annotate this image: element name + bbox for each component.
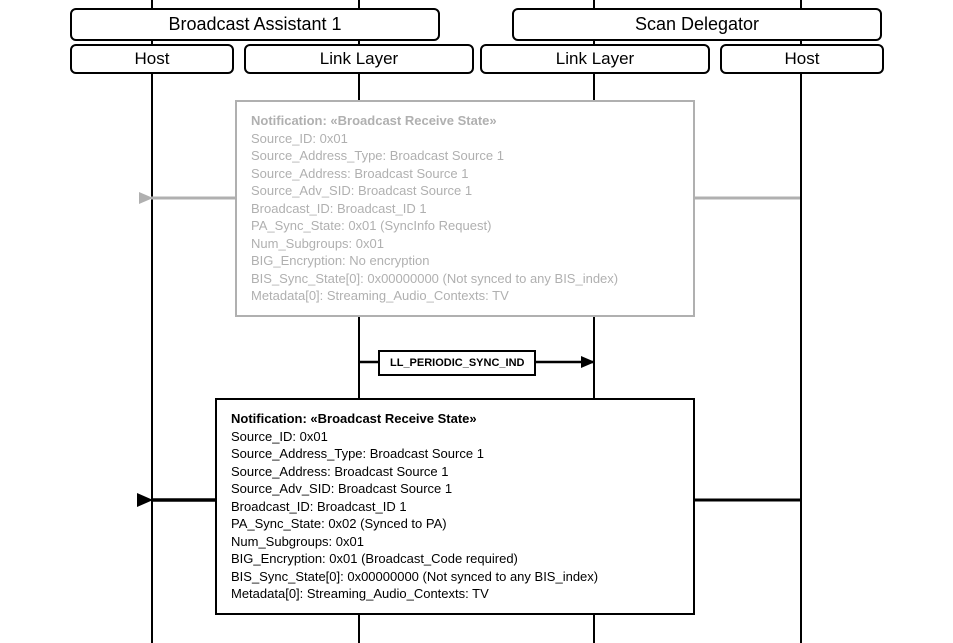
notif1-line: Num_Subgroups: 0x01 [251, 235, 679, 253]
notif2-line: BIG_Encryption: 0x01 (Broadcast_Code req… [231, 550, 679, 568]
notif2-line: PA_Sync_State: 0x02 (Synced to PA) [231, 515, 679, 533]
notif1-line: BIG_Encryption: No encryption [251, 252, 679, 270]
sd-link-label: Link Layer [556, 49, 634, 68]
sd-host-label: Host [785, 49, 820, 68]
ba1-host-box: Host [70, 44, 234, 74]
notif1-line: Source_Adv_SID: Broadcast Source 1 [251, 182, 679, 200]
notif2-line: Num_Subgroups: 0x01 [231, 533, 679, 551]
notif1-line: Metadata[0]: Streaming_Audio_Contexts: T… [251, 287, 679, 305]
notif1-line: Source_ID: 0x01 [251, 130, 679, 148]
notif2-line: Broadcast_ID: Broadcast_ID 1 [231, 498, 679, 516]
ba1-link-label: Link Layer [320, 49, 398, 68]
notif1-line: BIS_Sync_State[0]: 0x00000000 (Not synce… [251, 270, 679, 288]
participant-ba1-title: Broadcast Assistant 1 [168, 14, 341, 34]
ba1-link-box: Link Layer [244, 44, 474, 74]
notif2-line: Source_Address_Type: Broadcast Source 1 [231, 445, 679, 463]
participant-sd: Scan Delegator [512, 8, 882, 41]
notif1-line: Source_Address_Type: Broadcast Source 1 [251, 147, 679, 165]
sd-host-box: Host [720, 44, 884, 74]
notif1-line: Broadcast_ID: Broadcast_ID 1 [251, 200, 679, 218]
notif2-line: Metadata[0]: Streaming_Audio_Contexts: T… [231, 585, 679, 603]
ba1-host-label: Host [135, 49, 170, 68]
notif1-title: Notification: «Broadcast Receive State» [251, 112, 679, 130]
notif2-title: Notification: «Broadcast Receive State» [231, 410, 679, 428]
lifeline-ba1-host [151, 0, 153, 643]
sd-link-box: Link Layer [480, 44, 710, 74]
notif2-line: Source_Adv_SID: Broadcast Source 1 [231, 480, 679, 498]
lifeline-sd-host [800, 0, 802, 643]
notif2-line: BIS_Sync_State[0]: 0x00000000 (Not synce… [231, 568, 679, 586]
msg1-label: LL_PERIODIC_SYNC_IND [390, 357, 524, 369]
notif1-line: Source_Address: Broadcast Source 1 [251, 165, 679, 183]
notification-1: Notification: «Broadcast Receive State» … [235, 100, 695, 317]
notif2-line: Source_Address: Broadcast Source 1 [231, 463, 679, 481]
participant-sd-title: Scan Delegator [635, 14, 759, 34]
notif2-line: Source_ID: 0x01 [231, 428, 679, 446]
msg-ll-periodic-sync-ind: LL_PERIODIC_SYNC_IND [378, 350, 536, 376]
notification-2: Notification: «Broadcast Receive State» … [215, 398, 695, 615]
notif1-line: PA_Sync_State: 0x01 (SyncInfo Request) [251, 217, 679, 235]
participant-ba1: Broadcast Assistant 1 [70, 8, 440, 41]
